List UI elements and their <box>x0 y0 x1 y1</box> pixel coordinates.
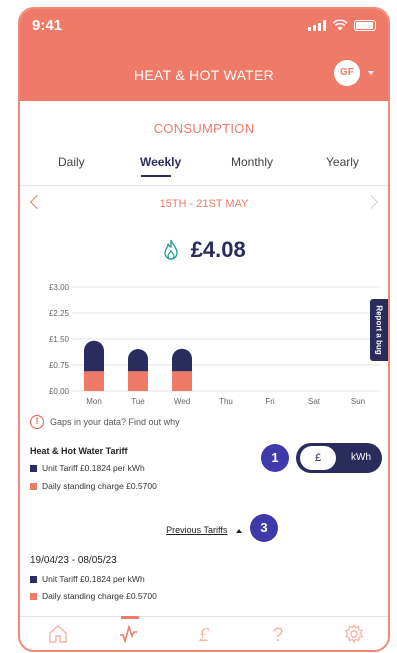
x-tick-label: Tue <box>131 397 145 406</box>
period-tabs: Daily Weekly Monthly Yearly <box>20 155 388 185</box>
step-badge-1: 1 <box>261 444 289 472</box>
x-tick-label: Sun <box>351 397 365 406</box>
tabs-divider <box>20 185 388 186</box>
gaps-info-link[interactable]: ! Gaps in your data? Find out why <box>30 415 180 429</box>
y-tick-label: £2.25 <box>49 309 70 318</box>
previous-tariffs: Previous Tariffs <box>20 525 388 535</box>
x-tick-label: Sat <box>308 397 321 406</box>
page-title: HEAT & HOT WATER <box>133 67 275 83</box>
bar-segment <box>172 371 192 391</box>
wifi-icon <box>332 19 348 31</box>
prev-legend-standing-charge: Daily standing charge £0.5700 <box>30 591 157 601</box>
consumption-chart: £3.00 £2.25 £1.50 £0.75 £0.00 Mon Tue Wed Thu Fri… <box>49 283 380 406</box>
settings-icon[interactable] <box>342 622 366 646</box>
toggle-kwh[interactable]: kWh <box>340 443 382 473</box>
x-tick-label: Thu <box>219 397 233 406</box>
report-bug-button[interactable]: Report a bug <box>370 299 388 361</box>
prev-legend-unit-tariff: Unit Tariff £0.1824 per kWh <box>30 574 145 584</box>
tab-weekly[interactable]: Weekly <box>140 155 181 169</box>
x-tick-label: Mon <box>86 397 102 406</box>
tariff-title: Heat & Hot Water Tariff <box>30 446 128 456</box>
bar-segment <box>84 340 104 372</box>
previous-date-range: 19/04/23 - 08/05/23 <box>30 555 117 566</box>
pound-icon[interactable]: £ <box>192 622 216 646</box>
standing-swatch <box>30 482 37 490</box>
app-header: HEAT & HOT WATER GF <box>20 45 388 101</box>
svg-text:£: £ <box>199 624 210 646</box>
bar-segment <box>128 349 148 372</box>
tab-monthly[interactable]: Monthly <box>231 155 273 169</box>
warning-icon: ! <box>30 415 44 429</box>
phone-frame: 9:41 HEAT & HOT WATER GF CONSUMPTION Dai… <box>18 7 390 652</box>
nav-active-indicator <box>121 616 139 619</box>
y-tick-label: £1.50 <box>49 335 70 344</box>
unit-swatch <box>30 464 37 472</box>
standing-charge-label: Daily standing charge £0.5700 <box>42 481 157 491</box>
home-icon[interactable] <box>46 622 70 646</box>
period-label: 15TH - 21ST MAY <box>159 198 249 210</box>
y-tick-label: £0.00 <box>49 387 70 396</box>
caret-up-icon[interactable] <box>235 528 242 533</box>
y-tick-label: £3.00 <box>49 283 70 292</box>
prev-standing-swatch <box>30 592 37 600</box>
legend-unit-tariff: Unit Tariff £0.1824 per kWh <box>30 463 145 473</box>
prev-standing-charge-label: Daily standing charge £0.5700 <box>42 591 157 601</box>
status-icons <box>308 19 376 31</box>
report-bug-label: Report a bug <box>374 305 384 355</box>
bar-segment <box>84 371 104 391</box>
x-tick-label: Wed <box>174 397 190 406</box>
section-title: CONSUMPTION <box>153 121 255 136</box>
flame-icon <box>164 239 178 260</box>
help-icon[interactable]: ? <box>266 622 290 646</box>
chevron-down-icon[interactable] <box>368 71 374 75</box>
svg-text:?: ? <box>273 625 284 646</box>
unit-toggle[interactable]: £ kWh <box>296 443 382 473</box>
bottom-nav: £ ? <box>20 616 388 650</box>
usage-graph-icon[interactable] <box>118 622 142 646</box>
active-tab-indicator <box>141 175 171 177</box>
prev-unit-swatch <box>30 575 37 583</box>
x-tick-label: Fri <box>265 397 275 406</box>
y-tick-label: £0.75 <box>49 361 70 370</box>
tab-daily[interactable]: Daily <box>58 155 85 169</box>
step-badge-3: 3 <box>250 514 278 542</box>
bar-segment <box>128 371 148 391</box>
previous-tariffs-link[interactable]: Previous Tariffs <box>166 525 227 535</box>
tab-yearly[interactable]: Yearly <box>326 155 359 169</box>
gaps-text: Gaps in your data? Find out why <box>50 417 180 427</box>
period-navigator: 15TH - 21ST MAY <box>20 194 388 215</box>
avatar[interactable]: GF <box>334 60 360 86</box>
prev-unit-tariff-label: Unit Tariff £0.1824 per kWh <box>42 574 145 584</box>
total-cost: £4.08 <box>20 237 388 267</box>
toggle-pound[interactable]: £ <box>300 446 336 470</box>
status-bar: 9:41 <box>20 9 388 45</box>
unit-tariff-label: Unit Tariff £0.1824 per kWh <box>42 463 145 473</box>
cellular-signal-icon <box>308 19 326 31</box>
total-amount: £4.08 <box>190 237 246 262</box>
status-time: 9:41 <box>32 17 63 34</box>
legend-standing-charge: Daily standing charge £0.5700 <box>30 481 157 491</box>
bar-segment <box>172 348 192 372</box>
battery-icon <box>354 19 376 31</box>
